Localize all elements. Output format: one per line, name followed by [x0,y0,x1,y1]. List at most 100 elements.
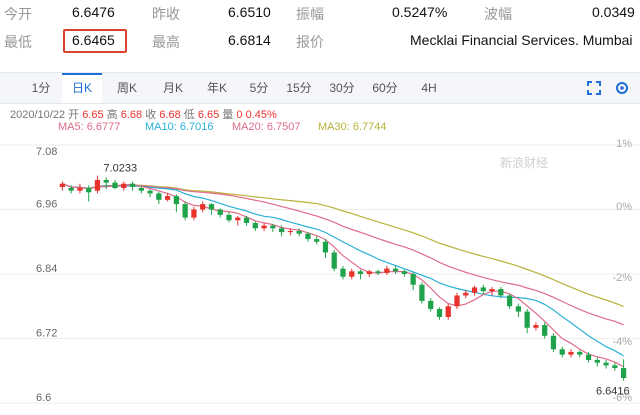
candle-body[interactable] [68,188,74,191]
range-label: 波幅 [484,6,512,22]
candle-body[interactable] [577,351,583,355]
candle-body[interactable] [164,196,171,200]
price-annotation: 7.0233 [103,162,137,174]
candles [59,175,627,381]
candlestick-chart[interactable]: 7.086.966.846.726.6 1%0%-2%-4%-6% 7.0233… [0,135,640,415]
candle-body[interactable] [401,271,408,274]
candle-body[interactable] [384,268,390,273]
candle-body[interactable] [594,360,600,363]
candle-body[interactable] [498,289,504,296]
candle-body[interactable] [138,188,144,191]
candle-body[interactable] [480,287,486,292]
candle-body[interactable] [305,233,311,240]
tab-yearly[interactable]: 年K [200,73,234,103]
candle-body[interactable] [278,228,285,233]
tab-60min[interactable]: 60分 [368,73,402,103]
tab-15min[interactable]: 15分 [282,73,316,103]
info-open: 6.65 [82,109,104,121]
candle-body[interactable] [585,354,592,360]
candle-body[interactable] [375,271,381,273]
prev-close-value: 6.6510 [228,4,271,20]
period-toolbar: 1分 日K 周K 月K 年K 5分 15分 30分 60分 4H [0,72,640,104]
candle-body[interactable] [454,295,460,307]
ma10-legend: MA10: 6.7016 [145,121,214,133]
candle-body[interactable] [428,300,434,309]
candle-body[interactable] [568,351,574,355]
candle-body[interactable] [147,190,153,194]
candle-body[interactable] [366,271,372,274]
candle-body[interactable] [270,225,276,229]
tab-5min[interactable]: 5分 [244,73,274,103]
high-label: 最高 [152,34,180,50]
candle-body[interactable] [445,306,451,317]
candle-body[interactable] [77,188,83,191]
info-close: 6.68 [159,109,181,121]
tab-1min[interactable]: 1分 [26,73,56,103]
candle-body[interactable] [217,209,223,215]
candle-body[interactable] [287,231,294,233]
candle-body[interactable] [296,231,302,234]
info-change-pct: 0.45% [245,109,277,121]
candle-body[interactable] [603,362,609,366]
tab-monthly[interactable]: 月K [156,73,190,103]
candle-body[interactable] [59,183,66,187]
candle-body[interactable] [86,188,92,193]
ma30-line [62,183,624,307]
fullscreen-icon[interactable] [586,80,602,96]
info-close-label: 收 [145,109,157,121]
ma5-legend: MA5: 6.6777 [58,121,121,133]
candle-body[interactable] [524,311,530,328]
candle-body[interactable] [550,335,557,350]
candle-body[interactable] [121,183,127,188]
candle-body[interactable] [436,308,443,317]
open-label: 今开 [4,6,32,22]
candle-body[interactable] [243,217,250,223]
tab-30min[interactable]: 30分 [325,73,359,103]
tab-4h[interactable]: 4H [414,73,444,103]
info-date: 2020/10/22 [10,109,66,121]
candle-body[interactable] [340,268,346,277]
candle-body[interactable] [392,268,399,272]
candle-body[interactable] [208,204,215,210]
candle-body[interactable] [419,284,425,301]
candle-body[interactable] [103,179,109,183]
info-change: 0 [236,109,243,121]
candle-body[interactable] [252,222,258,229]
candle-body[interactable] [506,295,513,307]
candle-body[interactable] [542,325,548,336]
candle-body[interactable] [191,209,197,218]
amplitude-label: 振幅 [296,6,324,22]
candle-body[interactable] [533,325,539,328]
candle-body[interactable] [94,179,101,191]
candle-body[interactable] [612,365,618,369]
quote-source-label: 报价 [296,34,324,50]
candle-body[interactable] [620,368,627,379]
candle-body[interactable] [112,182,118,188]
candle-body[interactable] [235,217,241,221]
tab-daily[interactable]: 日K [62,73,102,103]
candle-body[interactable] [129,183,136,187]
candle-body[interactable] [173,196,180,205]
candle-body[interactable] [357,271,364,274]
candle-body[interactable] [349,271,355,277]
candle-body[interactable] [559,349,565,355]
candle-body[interactable] [314,239,320,242]
watermark: 新浪财经 [500,155,548,170]
candle-body[interactable] [261,225,267,229]
candle-body[interactable] [200,204,206,210]
candle-body[interactable] [410,274,416,285]
candle-body[interactable] [322,241,329,253]
candle-body[interactable] [182,204,188,218]
high-value: 6.6814 [228,32,271,48]
candle-body[interactable] [489,289,495,292]
tab-weekly[interactable]: 周K [110,73,144,103]
price-annotation: 6.6416 [596,386,630,398]
settings-icon[interactable] [614,80,630,96]
candle-body[interactable] [226,214,232,221]
candle-body[interactable] [463,292,469,296]
candle-body[interactable] [331,252,337,269]
info-high-label: 高 [106,109,118,121]
candle-body[interactable] [515,306,522,312]
candle-body[interactable] [156,193,162,200]
candle-body[interactable] [471,287,478,293]
